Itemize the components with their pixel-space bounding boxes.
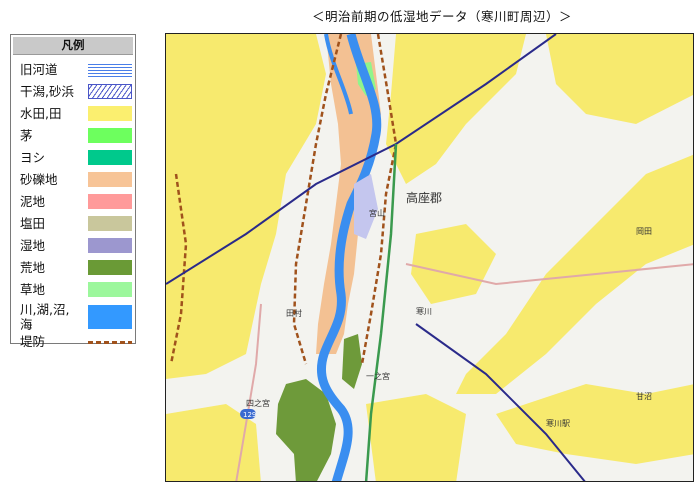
- legend-item-label: 泥地: [20, 194, 46, 209]
- legend-swatch: [88, 238, 132, 253]
- legend-item-label: 堤防: [20, 334, 46, 349]
- legend-item-label: 茅: [20, 128, 33, 143]
- legend-swatch: [88, 62, 132, 77]
- legend-swatch: [88, 194, 132, 209]
- label-miyayama: 宮山: [369, 208, 385, 218]
- legend-item-label: 塩田: [20, 216, 46, 231]
- legend-item-label: 干潟,砂浜: [20, 84, 74, 99]
- legend-item-label: 荒地: [20, 260, 46, 275]
- legend-swatch: [88, 341, 132, 344]
- label-sanagawa: 寒川: [416, 306, 432, 316]
- legend-item-label: ヨシ: [20, 150, 46, 165]
- label-route: 129: [243, 411, 256, 419]
- label-tamura: 田村: [286, 308, 302, 318]
- label-ichinomiya: 一之宮: [366, 371, 390, 381]
- low-wetland-map: 高座郡 宮山 寒川 一之宮 田村 四之宮 甘沼 寒川駅 岡田 129: [166, 34, 693, 481]
- legend-swatch: [88, 216, 132, 231]
- legend-swatch: [88, 172, 132, 187]
- legend-swatch: [88, 84, 132, 99]
- legend-swatch: [88, 305, 132, 329]
- legend-item-label: 水田,田: [20, 106, 62, 121]
- legend-swatch: [88, 128, 132, 143]
- legend-item-label: 旧河道: [20, 62, 58, 77]
- legend-item-label: 川,湖,沼, 海: [20, 302, 70, 332]
- legend-item-label: 草地: [20, 282, 46, 297]
- legend-item-label: 砂礫地: [20, 172, 58, 187]
- legend-swatch: [88, 282, 132, 297]
- label-shinozaki: 四之宮: [246, 398, 270, 408]
- label-sanagawa-station: 寒川駅: [546, 418, 570, 428]
- page-title: ＜明治前期の低湿地データ（寒川町周辺）＞: [311, 9, 572, 24]
- legend-swatch: [88, 106, 132, 121]
- label-amanuma: 甘沼: [636, 391, 652, 401]
- label-okami: 岡田: [636, 227, 652, 236]
- paddy-south: [366, 394, 466, 481]
- legend-swatch: [88, 150, 132, 165]
- legend-header: 凡例: [13, 37, 133, 55]
- legend-item-label: 湿地: [20, 238, 46, 253]
- map-view[interactable]: 高座郡 宮山 寒川 一之宮 田村 四之宮 甘沼 寒川駅 岡田 129: [165, 33, 694, 482]
- label-district: 高座郡: [406, 190, 442, 205]
- legend: 凡例 旧河道干潟,砂浜水田,田茅ヨシ砂礫地泥地塩田湿地荒地草地川,湖,沼, 海堤…: [10, 34, 136, 349]
- legend-swatch: [88, 260, 132, 275]
